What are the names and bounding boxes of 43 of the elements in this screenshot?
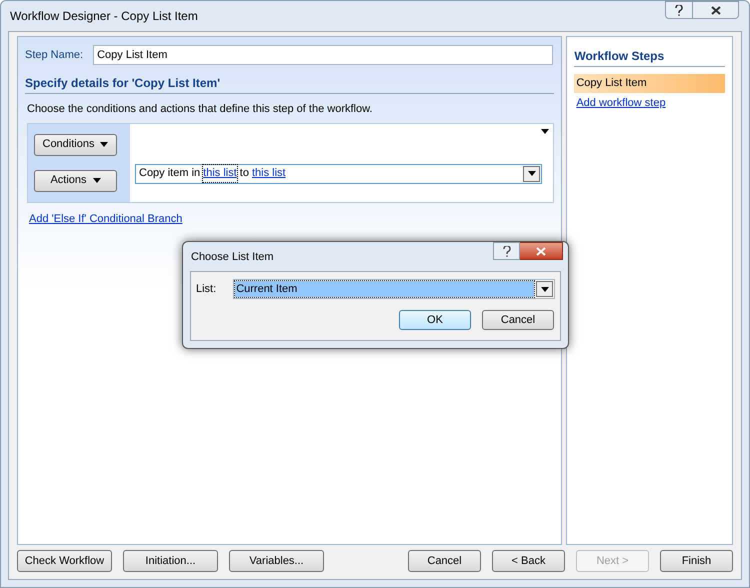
dialog-button[interactable]: OK [399,310,471,330]
footer-button[interactable]: Check Workflow [17,550,112,572]
menu-button[interactable]: Conditions [34,134,117,156]
dropdown-button[interactable] [536,281,553,297]
dialog-button[interactable]: Cancel [482,310,554,330]
window-title: Workflow Designer - Copy List Item [10,8,198,25]
close-button[interactable] [693,1,739,19]
close-icon [536,246,546,256]
dialog-title: Choose List Item [191,250,274,265]
description-text: Choose the conditions and actions that define this step of the workflow. [27,102,374,117]
link[interactable]: Add workflow step [576,95,666,112]
field-label: Step Name: [25,48,84,63]
caret-icon [100,142,108,147]
help-icon [502,246,510,256]
close-icon [710,6,720,14]
step-item[interactable]: Copy List Item [574,74,725,93]
action-text: Copy item in [139,166,200,182]
list-dropdown[interactable]: Current Item [233,279,555,299]
link[interactable]: this list [203,165,237,182]
section-heading: Specify details for 'Copy List Item' [25,74,554,94]
step-name-field[interactable]: Copy List Item [93,45,554,65]
help-icon [675,4,683,16]
help-button[interactable] [493,242,520,260]
caret-icon [528,171,536,176]
footer-button[interactable]: Finish [660,550,733,572]
caret-icon [540,286,548,292]
panel-heading: Workflow Steps [574,47,725,67]
dropdown-button[interactable] [523,166,540,182]
footer-button[interactable]: < Back [492,550,565,572]
selected-value: Current Item [235,281,534,297]
link[interactable]: Add 'Else If' Conditional Branch [29,210,182,227]
link[interactable]: this list [252,165,286,182]
footer-button[interactable]: Variables... [229,550,324,572]
action-text: to [240,166,249,182]
menu-button[interactable]: Actions [34,170,117,192]
caret-icon [541,128,550,134]
footer-button[interactable]: Cancel [408,550,481,572]
close-button[interactable] [520,242,563,260]
caret-icon [92,178,101,183]
action-field[interactable]: Copy item in this list to this list [135,164,542,184]
help-button[interactable] [665,1,693,19]
footer-button[interactable]: Initiation... [123,550,218,572]
field-label: List: [196,282,216,297]
